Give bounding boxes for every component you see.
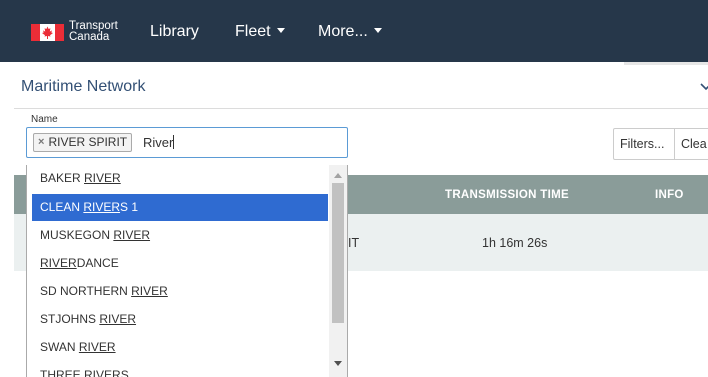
option-prefix: THREE [40,368,85,377]
dropdown-option[interactable]: MUSKEGON RIVER [32,222,328,249]
nav-more-label: More... [318,23,368,40]
option-match: RIVER [78,340,116,354]
transport-canada-logo[interactable]: Transport Canada [31,20,118,43]
caret-down-icon [276,28,285,34]
option-prefix: STJOHNS [40,312,100,326]
scroll-down-icon[interactable] [334,361,342,366]
option-match: RIVER [40,256,77,270]
text-cursor [173,135,175,149]
option-suffix: S [120,368,129,377]
nav-fleet[interactable]: Fleet [235,23,285,41]
name-field-label: Name [31,114,58,125]
option-prefix: BAKER [40,171,85,185]
selected-tag: × RIVER SPIRIT [33,133,133,152]
typed-value: River [143,135,174,150]
remove-tag-icon[interactable]: × [38,134,44,151]
option-prefix: MUSKEGON [40,228,114,242]
dropdown-option[interactable]: SD NORTHERN RIVER [32,278,328,305]
option-prefix: SWAN [40,340,79,354]
nav-more[interactable]: More... [318,23,382,41]
dropdown-option-highlighted[interactable]: CLEAN RIVERS 1 [32,194,328,221]
option-prefix: SD NORTHERN [40,284,132,298]
filters-button[interactable]: Filters... [613,128,675,160]
option-match: RIVER [99,312,137,326]
brand-line-2: Canada [69,31,110,43]
name-search-input[interactable]: × RIVER SPIRIT River [26,127,348,158]
option-suffix: DANCE [76,256,119,270]
nav-library[interactable]: Library [150,23,199,41]
column-header-info[interactable]: INFO [655,188,684,202]
caret-down-icon [373,28,382,34]
nav-fleet-label: Fleet [235,23,271,40]
cell-transmission-time: 1h 16m 26s [482,236,548,250]
nav-library-label: Library [150,23,199,40]
brand-text: Transport Canada [69,20,118,43]
chevron-down-icon[interactable] [700,80,708,92]
option-match: RIVER [84,368,121,377]
dropdown-option[interactable]: STJOHNS RIVER [32,306,328,333]
cell-vessel-name: IT [348,236,360,250]
dropdown-option[interactable]: BAKER RIVER [32,165,328,192]
option-match: RIVER [131,284,168,298]
scroll-up-icon[interactable] [334,173,342,178]
selected-tag-label: RIVER SPIRIT [48,135,128,149]
canada-flag-icon [31,23,64,41]
nav-shadow [624,62,708,65]
autocomplete-dropdown: BAKER RIVER CLEAN RIVERS 1 MUSKEGON RIVE… [26,165,348,377]
clear-button[interactable]: Clea [674,128,708,160]
scrollbar-thumb[interactable] [332,183,344,323]
typed-text[interactable]: River [143,135,175,150]
option-match: RIVER [84,171,121,185]
dropdown-option[interactable]: THREE RIVERS [32,362,328,377]
option-prefix: CLEAN [40,200,84,214]
option-match: RIVER [83,200,121,214]
page-title: Maritime Network [21,78,146,95]
divider [14,108,708,109]
dropdown-option[interactable]: SWAN RIVER [32,334,328,361]
option-match: RIVER [113,228,151,242]
top-nav-bar: Transport Canada Library Fleet More... [0,0,708,62]
dropdown-option[interactable]: RIVERDANCE [32,250,328,277]
option-suffix: S 1 [120,200,139,214]
dropdown-scrollbar[interactable] [329,165,347,377]
column-header-transmission-time[interactable]: TRANSMISSION TIME [445,188,569,202]
